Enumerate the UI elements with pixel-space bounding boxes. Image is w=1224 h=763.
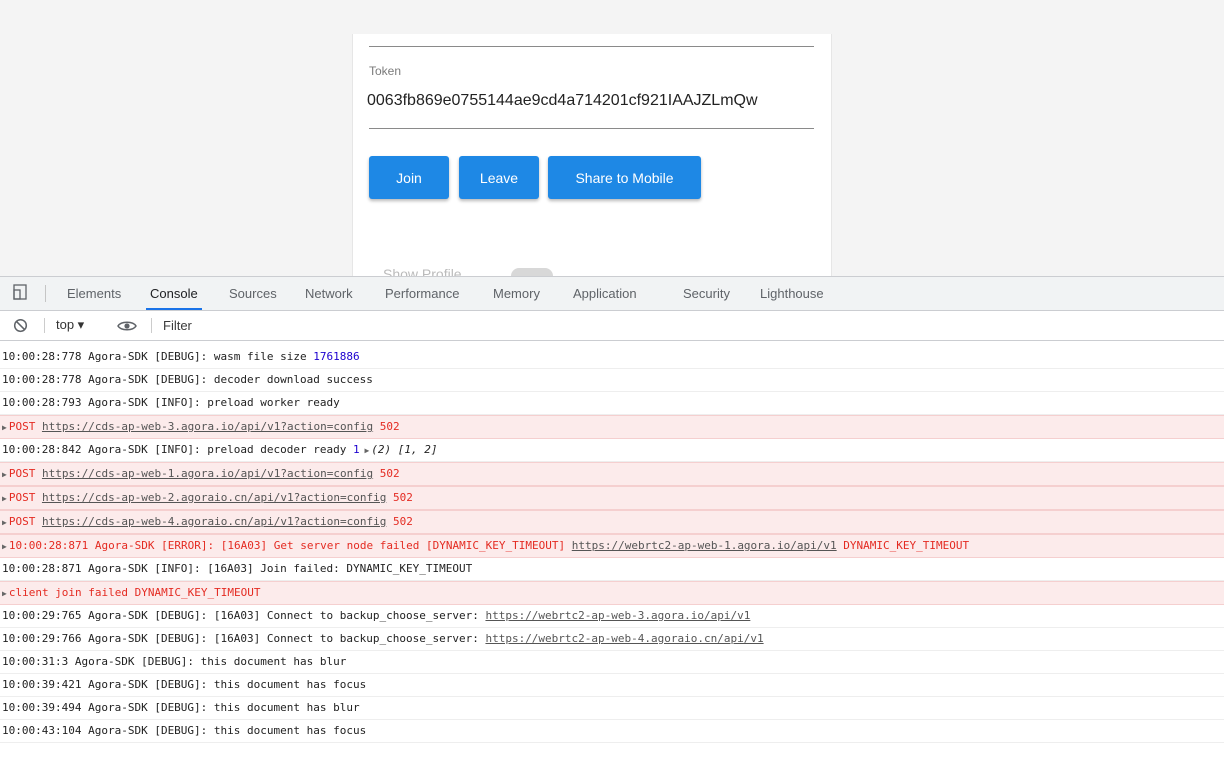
server-url-link[interactable]: https://webrtc2-ap-web-3.agora.io/api/v1 [485, 609, 750, 622]
log-number-value: 1 [353, 443, 360, 456]
log-message-text: 10:00:39:494 Agora-SDK [DEBUG]: this doc… [2, 701, 360, 714]
join-button[interactable]: Join [369, 156, 449, 199]
request-url-link[interactable]: https://cds-ap-web-4.agoraio.cn/api/v1?a… [42, 515, 386, 528]
token-underline [369, 128, 814, 129]
console-error-row[interactable]: ▶ 10:00:28:871 Agora-SDK [ERROR]: [16A03]… [0, 534, 1224, 558]
tab-memory[interactable]: Memory [493, 277, 540, 310]
tab-performance[interactable]: Performance [385, 277, 459, 310]
tab-security[interactable]: Security [683, 277, 730, 310]
console-log-row: 10:00:28:778 Agora-SDK [DEBUG]: decoder … [0, 369, 1224, 392]
log-message-text: 10:00:43:104 Agora-SDK [DEBUG]: this doc… [2, 724, 367, 737]
tab-lighthouse[interactable]: Lighthouse [760, 277, 824, 310]
error-message-text: client join failed DYNAMIC_KEY_TIMEOUT [8, 586, 261, 599]
console-log-row: 10:00:28:871 Agora-SDK [INFO]: [16A03] J… [0, 558, 1224, 581]
log-message-text: 10:00:28:842 Agora-SDK [INFO]: preload d… [2, 443, 353, 456]
clear-console-icon[interactable] [13, 318, 28, 333]
expand-triangle-icon[interactable]: ▶ [2, 589, 7, 598]
error-status-text: 502 [386, 491, 413, 504]
log-message-text: 10:00:28:778 Agora-SDK [DEBUG]: decoder … [2, 373, 373, 386]
console-error-row[interactable]: ▶ client join failed DYNAMIC_KEY_TIMEOUT [0, 581, 1224, 605]
toolbar-divider [151, 318, 152, 333]
context-selector[interactable]: top ▾ [56, 317, 84, 333]
expand-triangle-icon[interactable]: ▶ [2, 423, 7, 432]
log-number-value: 1761886 [313, 350, 360, 363]
console-log-row: 10:00:28:778 Agora-SDK [DEBUG]: wasm fil… [0, 346, 1224, 369]
request-url-link[interactable]: https://webrtc2-ap-web-1.agora.io/api/v1 [572, 539, 837, 552]
tabbar-divider [45, 285, 46, 302]
console-log-row: 10:00:28:793 Agora-SDK [INFO]: preload w… [0, 392, 1224, 415]
error-status-text: 502 [386, 515, 413, 528]
console-log-row: 10:00:28:842 Agora-SDK [INFO]: preload d… [0, 439, 1224, 462]
console-toolbar: top ▾ [0, 311, 1224, 341]
console-log-row: 10:00:43:104 Agora-SDK [DEBUG]: this doc… [0, 720, 1224, 743]
log-message-text: 10:00:29:765 Agora-SDK [DEBUG]: [16A03] … [2, 609, 486, 622]
expand-triangle-icon[interactable]: ▶ [2, 470, 7, 479]
join-form-card: Token 0063fb869e0755144ae9cd4a714201cf92… [352, 34, 832, 276]
error-message-text: POST [8, 491, 42, 504]
error-status-text: 502 [373, 467, 400, 480]
tab-sources[interactable]: Sources [229, 277, 277, 310]
page-viewport: Token 0063fb869e0755144ae9cd4a714201cf92… [0, 0, 1224, 276]
log-message-text: 10:00:28:778 Agora-SDK [DEBUG]: wasm fil… [2, 350, 314, 363]
tab-console[interactable]: Console [146, 277, 202, 310]
expand-triangle-icon[interactable]: ▶ [2, 542, 7, 551]
error-message-text: POST [8, 467, 42, 480]
tab-elements[interactable]: Elements [67, 277, 121, 310]
expand-triangle-icon[interactable]: ▶ [2, 518, 7, 527]
show-profile-toggle[interactable] [511, 268, 553, 276]
share-to-mobile-button[interactable]: Share to Mobile [548, 156, 701, 199]
toolbar-divider [44, 318, 45, 333]
devtools-tabbar: Elements Console Sources Network Performance… [0, 277, 1224, 311]
error-message-text: POST [8, 515, 42, 528]
console-log-row: 10:00:29:765 Agora-SDK [DEBUG]: [16A03] … [0, 605, 1224, 628]
console-log-row: 10:00:39:494 Agora-SDK [DEBUG]: this doc… [0, 697, 1224, 720]
error-status-text: 502 [373, 420, 400, 433]
error-message-text: 10:00:28:871 Agora-SDK [ERROR]: [16A03] … [8, 539, 572, 552]
live-expression-eye-icon[interactable] [117, 319, 137, 333]
log-object-preview[interactable]: (2) [1, 2] [371, 443, 437, 456]
expand-triangle-icon[interactable]: ▶ [2, 494, 7, 503]
console-error-row[interactable]: ▶ POST https://cds-ap-web-1.agora.io/api/… [0, 462, 1224, 486]
console-log-row: 10:00:39:421 Agora-SDK [DEBUG]: this doc… [0, 674, 1224, 697]
devtools-panel: Elements Console Sources Network Performance… [0, 276, 1224, 763]
request-url-link[interactable]: https://cds-ap-web-1.agora.io/api/v1?act… [42, 467, 373, 480]
log-message-text: 10:00:28:793 Agora-SDK [INFO]: preload w… [2, 396, 340, 409]
log-message-text: 10:00:28:871 Agora-SDK [INFO]: [16A03] J… [2, 562, 473, 575]
leave-button[interactable]: Leave [459, 156, 539, 199]
expand-object-icon[interactable]: ▶ [360, 446, 369, 455]
request-url-link[interactable]: https://cds-ap-web-2.agoraio.cn/api/v1?a… [42, 491, 386, 504]
error-status-text: DYNAMIC_KEY_TIMEOUT [836, 539, 970, 552]
device-toolbar-icon[interactable] [13, 284, 27, 300]
console-error-row[interactable]: ▶ POST https://cds-ap-web-3.agora.io/api/… [0, 415, 1224, 439]
console-error-row[interactable]: ▶ POST https://cds-ap-web-2.agoraio.cn/ap… [0, 486, 1224, 510]
tab-network[interactable]: Network [305, 277, 353, 310]
error-message-text: POST [8, 420, 42, 433]
token-label: Token [369, 64, 402, 78]
console-filter-input[interactable] [163, 316, 1203, 335]
console-log-row: 10:00:29:766 Agora-SDK [DEBUG]: [16A03] … [0, 628, 1224, 651]
server-url-link[interactable]: https://webrtc2-ap-web-4.agoraio.cn/api/… [485, 632, 763, 645]
log-message-text: 10:00:39:421 Agora-SDK [DEBUG]: this doc… [2, 678, 367, 691]
console-messages: 10:00:28:778 Agora-SDK [DEBUG]: wasm fil… [0, 346, 1224, 743]
page-top-strip [0, 0, 1224, 34]
field-underline [369, 46, 814, 47]
show-profile-label: Show Profile [383, 266, 462, 276]
log-message-text: 10:00:31:3 Agora-SDK [DEBUG]: this docum… [2, 655, 347, 668]
token-input[interactable]: 0063fb869e0755144ae9cd4a714201cf921IAAJZ… [367, 92, 817, 110]
console-log-row: 10:00:31:3 Agora-SDK [DEBUG]: this docum… [0, 651, 1224, 674]
console-error-row[interactable]: ▶ POST https://cds-ap-web-4.agoraio.cn/ap… [0, 510, 1224, 534]
tab-application[interactable]: Application [573, 277, 637, 310]
request-url-link[interactable]: https://cds-ap-web-3.agora.io/api/v1?act… [42, 420, 373, 433]
log-message-text: 10:00:29:766 Agora-SDK [DEBUG]: [16A03] … [2, 632, 486, 645]
